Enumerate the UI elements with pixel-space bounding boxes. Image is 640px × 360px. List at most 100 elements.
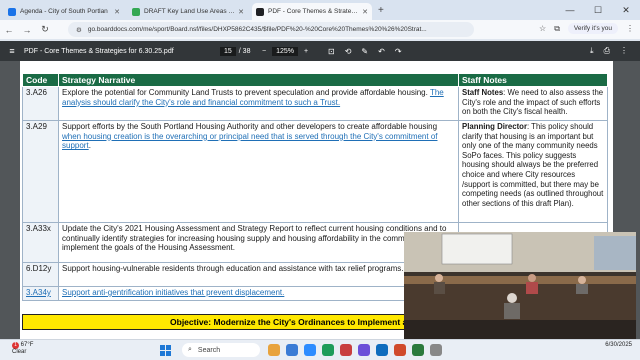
draw-icon[interactable]: ✎ (361, 47, 368, 56)
note-label: Planning Director (462, 122, 527, 131)
menu-icon[interactable]: ≡ (0, 46, 24, 56)
taskbar-app-icon[interactable] (430, 344, 442, 356)
header-code: Code (22, 73, 59, 87)
row-code: 3.A33x (22, 222, 59, 263)
browser-tab-active[interactable]: PDF - Core Themes & Strategie ✕ (252, 3, 372, 20)
browser-tab-strip: Agenda - City of South Portlan ✕ DRAFT K… (0, 0, 640, 20)
narrative-after: . (88, 141, 91, 151)
notification-badge: 1 (12, 342, 19, 349)
search-icon: ⌕ (188, 346, 192, 353)
tray-date: 6/30/2025 (605, 342, 632, 348)
new-tab-button[interactable]: + (378, 5, 384, 16)
close-tab-icon[interactable]: ✕ (362, 8, 368, 16)
more-actions-icon[interactable]: ⋮ (620, 46, 628, 56)
taskbar-app-icon[interactable] (286, 344, 298, 356)
row-code: 3.A29 (22, 120, 59, 223)
pdf-tools: ⊡ ⟲ ✎ ↶ ↷ (328, 47, 402, 56)
maximize-icon[interactable]: ☐ (584, 0, 612, 20)
narrative-text: Support efforts by the South Portland Ho… (62, 122, 438, 131)
table-header-row: Code Strategy Narrative Staff Notes (22, 73, 608, 87)
weather-temp: 67°F (20, 342, 34, 348)
browser-tab[interactable]: Agenda - City of South Portlan ✕ (4, 3, 124, 20)
tab-title: PDF - Core Themes & Strategie (268, 8, 360, 15)
row-narrative: Update the City's 2021 Housing Assessmen… (58, 222, 459, 263)
more-menu-icon[interactable]: ⋮ (626, 24, 634, 33)
star-icon[interactable]: ☆ (539, 24, 546, 33)
taskbar-app-icon[interactable] (376, 344, 388, 356)
pdf-favicon-icon (256, 7, 264, 16)
page-indicator: 15 / 38 (220, 46, 251, 56)
narrative-link[interactable]: Support anti-gentrification initiatives … (62, 288, 284, 297)
zoom-level-input[interactable]: 125% (272, 46, 298, 56)
taskbar: 1 67°F Clear ⌕ Search 6/30/2025 (0, 339, 640, 360)
search-label: Search (197, 346, 221, 354)
close-tab-icon[interactable]: ✕ (238, 8, 244, 16)
redo-icon[interactable]: ↷ (395, 47, 402, 56)
minimize-icon[interactable]: — (556, 0, 584, 20)
pdf-filename: PDF - Core Themes & Strategies for 6.30.… (24, 47, 174, 55)
favicon-icon (8, 7, 16, 16)
meeting-video-overlay[interactable] (404, 232, 636, 341)
meeting-room-image (404, 232, 636, 341)
taskbar-app-icon[interactable] (340, 344, 352, 356)
narrative-link[interactable]: when housing creation is the overarching… (62, 132, 438, 151)
code-link-text[interactable]: 3.A34y (26, 288, 51, 297)
window-controls: — ☐ ✕ (556, 0, 640, 20)
toolbar-right: ☆ ⧉ Verify it's you ⋮ (539, 23, 634, 34)
taskbar-app-icon[interactable] (412, 344, 424, 356)
table-row: 3.A26 Explore the potential for Communit… (22, 86, 608, 121)
row-narrative: Support housing-vulnerable residents thr… (58, 262, 459, 287)
zoom-controls: − 125% + (262, 46, 308, 56)
note-label: Staff Notes (462, 88, 504, 97)
extensions-icon[interactable]: ⧉ (554, 24, 560, 34)
browser-tab[interactable]: DRAFT Key Land Use Areas - C ✕ (128, 3, 248, 20)
back-icon[interactable]: ← (0, 25, 18, 35)
download-icon[interactable]: ⤓ (590, 46, 594, 56)
page-total: / 38 (238, 47, 251, 55)
address-bar-row: ← → ↻ ⚙ go.boarddocs.com/me/sport/Board.… (0, 20, 640, 39)
zoom-out-icon[interactable]: − (262, 48, 266, 55)
row-narrative: Explore the potential for Community Land… (58, 86, 459, 121)
rotate-icon[interactable]: ⟲ (345, 47, 352, 56)
weather-widget[interactable]: 1 67°F Clear (12, 342, 33, 356)
profile-button[interactable]: Verify it's you (567, 23, 618, 34)
favicon-icon (132, 7, 140, 16)
url-text: go.boarddocs.com/me/sport/Board.nsf/file… (87, 26, 427, 33)
print-icon[interactable]: ⎙ (604, 46, 610, 56)
row-notes: Planning Director: This policy should cl… (458, 120, 608, 223)
page-number-input[interactable]: 15 (220, 46, 236, 56)
narrative-text: Support housing-vulnerable residents thr… (62, 264, 404, 273)
url-field[interactable]: ⚙ go.boarddocs.com/me/sport/Board.nsf/fi… (68, 22, 474, 37)
row-notes: Staff Notes: We need to also assess the … (458, 86, 608, 121)
pdf-toolbar: ≡ PDF - Core Themes & Strategies for 6.3… (0, 41, 640, 61)
narrative-text: Explore the potential for Community Land… (62, 88, 430, 97)
zoom-in-icon[interactable]: + (304, 48, 308, 55)
row-narrative: Support efforts by the South Portland Ho… (58, 120, 459, 223)
close-window-icon[interactable]: ✕ (612, 0, 640, 20)
windows-start-icon[interactable] (160, 345, 171, 356)
pdf-actions: ⤓ ⎙ ⋮ (590, 46, 628, 56)
header-notes: Staff Notes (458, 73, 608, 87)
weather-desc: Clear (12, 349, 27, 355)
row-code-link[interactable]: 3.A34y (22, 286, 59, 301)
tab-title: DRAFT Key Land Use Areas - C (144, 8, 236, 15)
reload-icon[interactable]: ↻ (36, 24, 54, 35)
table-row: 3.A29 Support efforts by the South Portl… (22, 120, 608, 223)
taskbar-app-icon[interactable] (358, 344, 370, 356)
taskbar-search[interactable]: ⌕ Search (182, 343, 260, 357)
taskbar-app-icon[interactable] (304, 344, 316, 356)
undo-icon[interactable]: ↶ (378, 47, 385, 56)
row-narrative: Support anti-gentrification initiatives … (58, 286, 459, 301)
row-code: 3.A26 (22, 86, 59, 121)
site-info-icon[interactable]: ⚙ (76, 26, 82, 34)
taskbar-app-icon[interactable] (322, 344, 334, 356)
taskbar-app-icon[interactable] (394, 344, 406, 356)
close-tab-icon[interactable]: ✕ (114, 8, 120, 16)
taskbar-app-icon[interactable] (268, 344, 280, 356)
system-tray[interactable]: 6/30/2025 (605, 342, 632, 349)
fit-page-icon[interactable]: ⊡ (328, 47, 335, 56)
narrative-text: Update the City's 2021 Housing Assessmen… (62, 224, 453, 253)
forward-icon[interactable]: → (18, 25, 36, 35)
header-narrative: Strategy Narrative (58, 73, 459, 87)
tab-title: Agenda - City of South Portlan (20, 8, 108, 15)
